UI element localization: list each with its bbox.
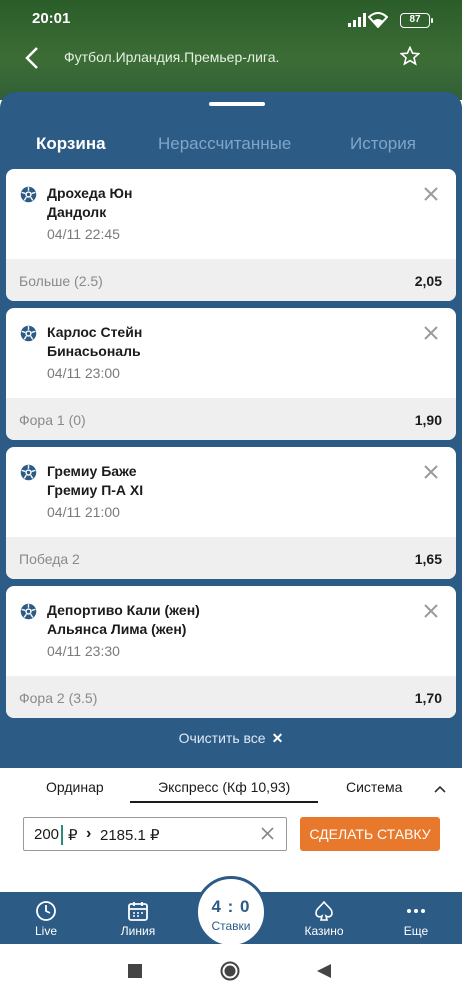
football-icon <box>20 464 37 486</box>
remove-bet-close-icon[interactable] <box>424 187 438 206</box>
clear-all-button[interactable]: Очистить все ✕ <box>0 730 462 747</box>
close-icon: ✕ <box>271 730 284 746</box>
match-datetime: 04/11 23:00 <box>47 365 120 381</box>
tab-accumulator[interactable]: Экспресс (Кф 10,93) <box>158 779 290 795</box>
home-icon[interactable] <box>220 961 240 986</box>
potential-payout: 2185.1 ₽ <box>100 827 160 844</box>
bet-type-tabs: Ординар Экспресс (Кф 10,93) Система <box>0 768 462 806</box>
away-team: Гремиу П-А XI <box>47 482 144 498</box>
nav-item-live[interactable]: Live <box>6 900 86 938</box>
bet-odds: 1,65 <box>414 551 442 567</box>
bet-card[interactable]: Карлос Стейн Бинасьональ 04/11 23:00 Фор… <box>6 308 456 440</box>
bet-market-row: Победа 2 1,65 <box>6 537 456 579</box>
nav-label-casino: Казино <box>304 924 344 938</box>
home-team: Гремиу Баже <box>47 463 137 479</box>
bet-slip-tabs: Корзина Нерассчитанные История <box>0 134 462 158</box>
bet-market: Победа 2 <box>19 551 80 567</box>
bet-card[interactable]: Депортиво Кали (жен) Альянса Лима (жен) … <box>6 586 456 718</box>
bets-counter-button[interactable]: 4 : 0 Ставки <box>195 876 267 948</box>
active-tab-indicator <box>130 801 318 803</box>
wifi-icon <box>367 12 389 33</box>
bet-slip-sheet: Корзина Нерассчитанные История Дрохеда Ю… <box>0 92 462 768</box>
match-datetime: 04/11 23:30 <box>47 643 120 659</box>
system-nav-bar <box>0 944 462 1000</box>
bet-market: Больше (2.5) <box>19 273 103 289</box>
status-bar: 20:01 87 <box>32 10 446 30</box>
football-icon <box>20 325 37 347</box>
status-time: 20:01 <box>32 10 71 27</box>
calendar-icon <box>98 900 178 922</box>
away-team: Альянса Лима (жен) <box>47 621 187 637</box>
nav-label-live: Live <box>34 924 57 938</box>
nav-label-line: Линия <box>120 924 156 938</box>
sheet-drag-handle[interactable] <box>209 102 265 106</box>
away-team: Дандолк <box>47 204 107 220</box>
bet-market-row: Больше (2.5) 2,05 <box>6 259 456 301</box>
nav-item-line[interactable]: Линия <box>98 900 178 938</box>
stake-currency: ₽ <box>68 827 78 844</box>
clear-all-label: Очистить все <box>178 730 266 746</box>
bet-market: Фора 2 (3.5) <box>19 690 98 706</box>
tab-single[interactable]: Ординар <box>46 779 104 795</box>
star-icon[interactable] <box>399 45 421 71</box>
match-datetime: 04/11 21:00 <box>47 504 120 520</box>
bet-odds: 1,70 <box>414 690 442 706</box>
bet-card[interactable]: Гремиу Баже Гремиу П-А XI 04/11 21:00 По… <box>6 447 456 579</box>
bet-market-row: Фора 1 (0) 1,90 <box>6 398 456 440</box>
battery-icon: 87 <box>400 13 433 28</box>
app-bar: Футбол.Ирландия.Премьер-лига. <box>0 38 462 78</box>
payout-arrow: › <box>86 825 92 842</box>
tab-history[interactable]: История <box>350 134 416 154</box>
nav-item-casino[interactable]: Казино <box>284 900 364 938</box>
bet-odds: 1,90 <box>414 412 442 428</box>
more-dots-icon <box>376 900 456 922</box>
clock-icon <box>6 900 86 922</box>
match-datetime: 04/11 22:45 <box>47 226 120 242</box>
home-team: Депортиво Кали (жен) <box>47 602 200 618</box>
home-team: Дрохеда Юн <box>47 185 133 201</box>
football-icon <box>20 186 37 208</box>
spade-icon <box>284 900 364 922</box>
back-arrow-icon[interactable] <box>24 46 40 75</box>
text-cursor <box>61 825 63 845</box>
clear-input-close-icon[interactable] <box>261 827 274 845</box>
tab-basket[interactable]: Корзина <box>36 134 106 154</box>
page-title: Футбол.Ирландия.Премьер-лига. <box>64 49 280 65</box>
app-header: 20:01 87 Футбол.Ирландия.Премьер-лига. <box>0 0 462 100</box>
remove-bet-close-icon[interactable] <box>424 604 438 623</box>
nav-item-more[interactable]: Еще <box>376 900 456 938</box>
stake-amount: 200 <box>34 826 60 843</box>
bet-odds: 2,05 <box>414 273 442 289</box>
away-team: Бинасьональ <box>47 343 141 359</box>
bets-label: Ставки <box>211 919 251 933</box>
place-bet-button[interactable]: СДЕЛАТЬ СТАВКУ <box>300 817 440 851</box>
bet-market-row: Фора 2 (3.5) 1,70 <box>6 676 456 718</box>
signal-icon <box>348 13 366 32</box>
tab-system[interactable]: Система <box>346 779 402 795</box>
back-triangle-icon[interactable] <box>316 963 332 984</box>
stake-input[interactable]: 200 ₽ › 2185.1 ₽ <box>23 817 287 851</box>
chevron-up-icon[interactable] <box>434 780 446 798</box>
bet-card[interactable]: Дрохеда Юн Дандолк 04/11 22:45 Больше (2… <box>6 169 456 301</box>
home-team: Карлос Стейн <box>47 324 143 340</box>
nav-label-more: Еще <box>403 924 429 938</box>
remove-bet-close-icon[interactable] <box>424 465 438 484</box>
bet-market: Фора 1 (0) <box>19 412 86 428</box>
remove-bet-close-icon[interactable] <box>424 326 438 345</box>
tab-unsettled[interactable]: Нерассчитанные <box>158 134 291 154</box>
bets-score: 4 : 0 <box>211 897 251 916</box>
football-icon <box>20 603 37 625</box>
recent-apps-icon[interactable] <box>128 964 142 983</box>
